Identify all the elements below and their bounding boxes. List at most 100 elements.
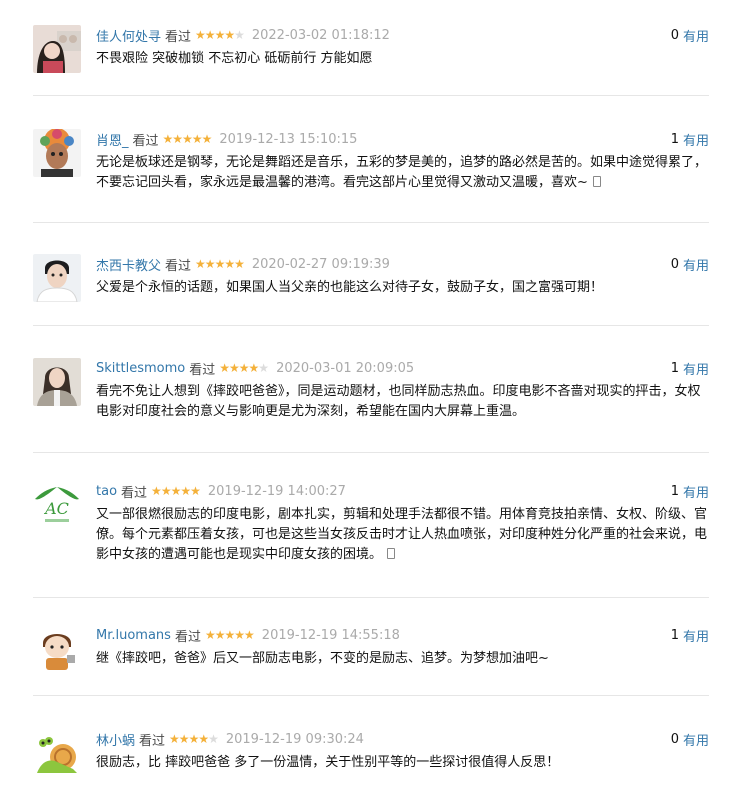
useful-vote-button[interactable]: 有用: [683, 26, 709, 45]
star-icon: ★: [190, 484, 201, 498]
comment-item: Skittlesmomo 看过 ★ ★ ★ ★ ★ 2020-03-01 20:09:0…: [33, 358, 709, 453]
avatar[interactable]: [33, 25, 81, 73]
comment-user-link[interactable]: tao: [96, 484, 117, 499]
star-icon: ★: [160, 484, 172, 498]
rating-stars: ★ ★ ★ ★ ★: [151, 484, 201, 498]
comment-item: AC tao 看过 ★ ★ ★ ★ ★ 2019-12-19 14:00:27 1 有用…: [33, 481, 709, 598]
star-icon: ★: [191, 132, 203, 146]
star-icon: ★: [229, 361, 240, 375]
comment-item: 林小蜗 看过 ★ ★ ★ ★ ★ 2019-12-19 09:30:24 0 有用 很励…: [33, 729, 709, 789]
star-icon: ★: [195, 28, 206, 42]
watched-label: 看过: [174, 629, 201, 645]
comment-user-link[interactable]: 肖恩_: [96, 130, 129, 149]
comment-user-link[interactable]: 佳人何处寻: [96, 26, 161, 45]
comment-text-block: 无论是板球还是钢琴，无论是舞蹈还是音乐，五彩的梦是美的，追梦的路必然是苦的。如果…: [96, 153, 708, 193]
comment-text: 继《摔跤吧，爸爸》后又一部励志电影，不变的是励志、追梦。为梦想加油吧~: [96, 651, 549, 666]
watched-label: 看过: [132, 133, 159, 149]
svg-text:AC: AC: [43, 499, 69, 518]
rating-stars: ★ ★ ★ ★ ★: [195, 28, 245, 42]
vote-count: 1: [670, 360, 679, 376]
avatar[interactable]: [33, 729, 81, 777]
comment-text: 很励志，比 摔跤吧爸爸 多了一份温情，关于性别平等的一些探讨很值得人反思！: [96, 755, 560, 770]
comment-time: 2019-12-13 15:10:15: [219, 131, 358, 147]
rating-stars: ★ ★ ★ ★ ★: [163, 132, 213, 146]
comment-meta: 杰西卡教父 看过 ★ ★ ★ ★ ★ 2020-02-27 09:19:39: [96, 254, 390, 274]
star-icon: ★: [214, 28, 226, 42]
star-icon: ★: [234, 628, 245, 642]
avatar[interactable]: [33, 358, 81, 406]
star-icon: ★: [214, 628, 226, 642]
comment-meta: Skittlesmomo 看过 ★ ★ ★ ★ ★ 2020-03-01 20:09:0…: [96, 358, 414, 378]
comment-time: 2019-12-19 09:30:24: [225, 731, 364, 747]
star-icon: ★: [214, 257, 226, 271]
star-icon: ★: [198, 732, 209, 746]
avatar[interactable]: [33, 129, 81, 177]
star-icon: ★: [234, 28, 245, 42]
comment-time: 2022-03-02 01:18:12: [251, 27, 390, 43]
comment-item: 肖恩_ 看过 ★ ★ ★ ★ ★ 2019-12-13 15:10:15 1 有用 无论…: [33, 129, 709, 223]
comment-text: 父爱是个永恒的话题，如果国人当父亲的也能这么对待子女，鼓励子女，国之富强可期！: [96, 280, 604, 295]
comment-item: Mr.luomans 看过 ★ ★ ★ ★ ★ 2019-12-19 14:55:18 …: [33, 625, 709, 696]
comment-user-link[interactable]: Skittlesmomo: [96, 361, 185, 376]
avatar[interactable]: AC: [33, 481, 81, 529]
star-icon: ★: [238, 361, 250, 375]
comment-item: 杰西卡教父 看过 ★ ★ ★ ★ ★ 2020-02-27 09:19:39 0 有用 …: [33, 254, 709, 326]
star-icon: ★: [224, 28, 235, 42]
watched-label: 看过: [165, 258, 192, 274]
votes: 1 有用: [671, 129, 709, 149]
vote-count: 0: [670, 256, 679, 272]
comment-text-block: 不畏艰险 突破枷锁 不忘初心 砥砺前行 方能如愿: [96, 49, 708, 69]
star-icon: ★: [195, 257, 206, 271]
star-icon: ★: [234, 257, 245, 271]
votes: 1 有用: [671, 358, 709, 378]
comment-time: 2020-03-01 20:09:05: [276, 360, 415, 376]
comment-text: 无论是板球还是钢琴，无论是舞蹈还是音乐，五彩的梦是美的，追梦的路必然是苦的。如果…: [96, 155, 708, 190]
watched-label: 看过: [121, 485, 148, 501]
comment-text: 又一部很燃很励志的印度电影，剧本扎实，剪辑和处理手法都很不错。用体育竞技拍亲情、…: [96, 507, 708, 562]
vote-count: 0: [670, 27, 679, 43]
comment-text: 看完不免让人想到《摔跤吧爸爸》，同是运动题材，也同样励志热血。印度电影不吝啬对现…: [96, 384, 701, 419]
rating-stars: ★ ★ ★ ★ ★: [205, 628, 255, 642]
star-icon: ★: [201, 132, 213, 146]
vote-count: 1: [670, 627, 679, 643]
useful-vote-button[interactable]: 有用: [683, 359, 709, 378]
star-icon: ★: [224, 257, 235, 271]
star-icon: ★: [169, 732, 180, 746]
avatar[interactable]: [33, 625, 81, 673]
comment-text: 不畏艰险 突破枷锁 不忘初心 砥砺前行 方能如愿: [96, 51, 373, 66]
votes: 0 有用: [671, 254, 709, 274]
watched-label: 看过: [139, 733, 166, 749]
star-icon: ★: [180, 484, 191, 498]
comment-user-link[interactable]: 林小蜗: [96, 730, 135, 749]
comment-meta: Mr.luomans 看过 ★ ★ ★ ★ ★ 2019-12-19 14:55:18: [96, 625, 400, 645]
rating-stars: ★ ★ ★ ★ ★: [195, 257, 245, 271]
rating-stars: ★ ★ ★ ★ ★: [169, 732, 219, 746]
votes: 1 有用: [671, 625, 709, 645]
vote-count: 1: [670, 483, 679, 499]
useful-vote-button[interactable]: 有用: [683, 130, 709, 149]
watched-label: 看过: [189, 362, 216, 378]
comment-meta: tao 看过 ★ ★ ★ ★ ★ 2019-12-19 14:00:27: [96, 481, 346, 501]
star-icon: ★: [182, 132, 193, 146]
star-icon: ★: [172, 132, 183, 146]
star-icon: ★: [151, 484, 162, 498]
useful-vote-button[interactable]: 有用: [683, 730, 709, 749]
rating-stars: ★ ★ ★ ★ ★: [219, 361, 269, 375]
comment-user-link[interactable]: 杰西卡教父: [96, 255, 161, 274]
votes: 1 有用: [671, 481, 709, 501]
comment-time: 2019-12-19 14:00:27: [207, 483, 346, 499]
useful-vote-button[interactable]: 有用: [683, 626, 709, 645]
watched-label: 看过: [165, 29, 192, 45]
useful-vote-button[interactable]: 有用: [683, 482, 709, 501]
comment-user-link[interactable]: Mr.luomans: [96, 628, 171, 643]
star-icon: ★: [248, 361, 260, 375]
useful-vote-button[interactable]: 有用: [683, 255, 709, 274]
comment-meta: 佳人何处寻 看过 ★ ★ ★ ★ ★ 2022-03-02 01:18:12: [96, 25, 390, 45]
comment-text-block: 又一部很燃很励志的印度电影，剧本扎实，剪辑和处理手法都很不错。用体育竞技拍亲情、…: [96, 505, 708, 565]
comment-text-block: 继《摔跤吧，爸爸》后又一部励志电影，不变的是励志、追梦。为梦想加油吧~: [96, 649, 708, 669]
vote-count: 0: [670, 731, 679, 747]
star-icon: ★: [204, 257, 216, 271]
avatar[interactable]: [33, 254, 81, 302]
star-icon: ★: [244, 628, 255, 642]
phone-icon: [387, 548, 396, 559]
